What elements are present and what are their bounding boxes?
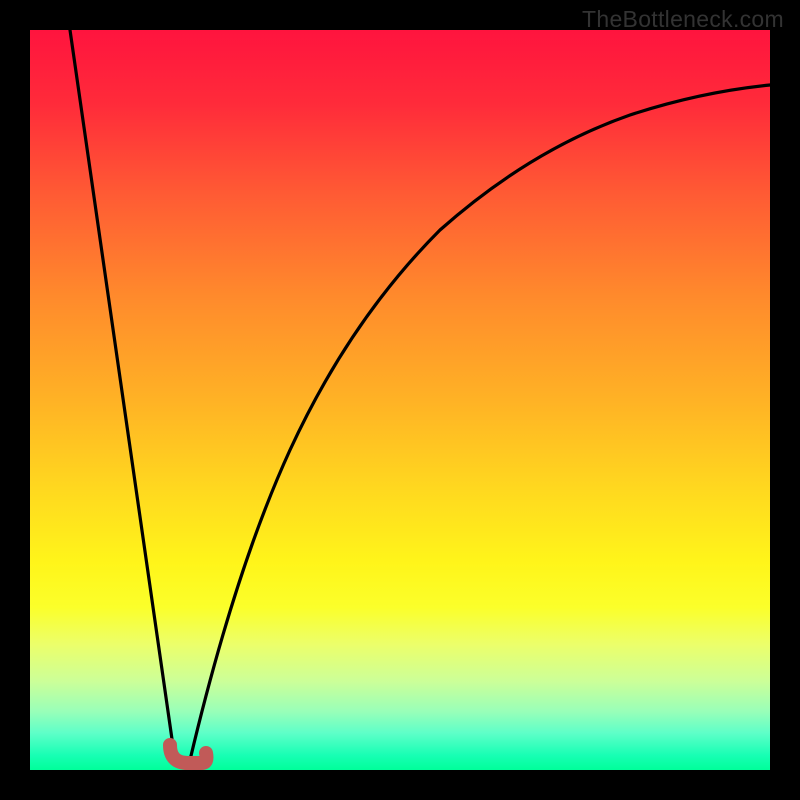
chart-svg (30, 30, 770, 770)
left-slope-line (70, 30, 175, 760)
watermark-label: TheBottleneck.com (582, 6, 784, 33)
valley-marker-icon (170, 745, 207, 763)
chart-frame: TheBottleneck.com (0, 0, 800, 800)
plot-area (30, 30, 770, 770)
right-curve-line (190, 85, 770, 760)
